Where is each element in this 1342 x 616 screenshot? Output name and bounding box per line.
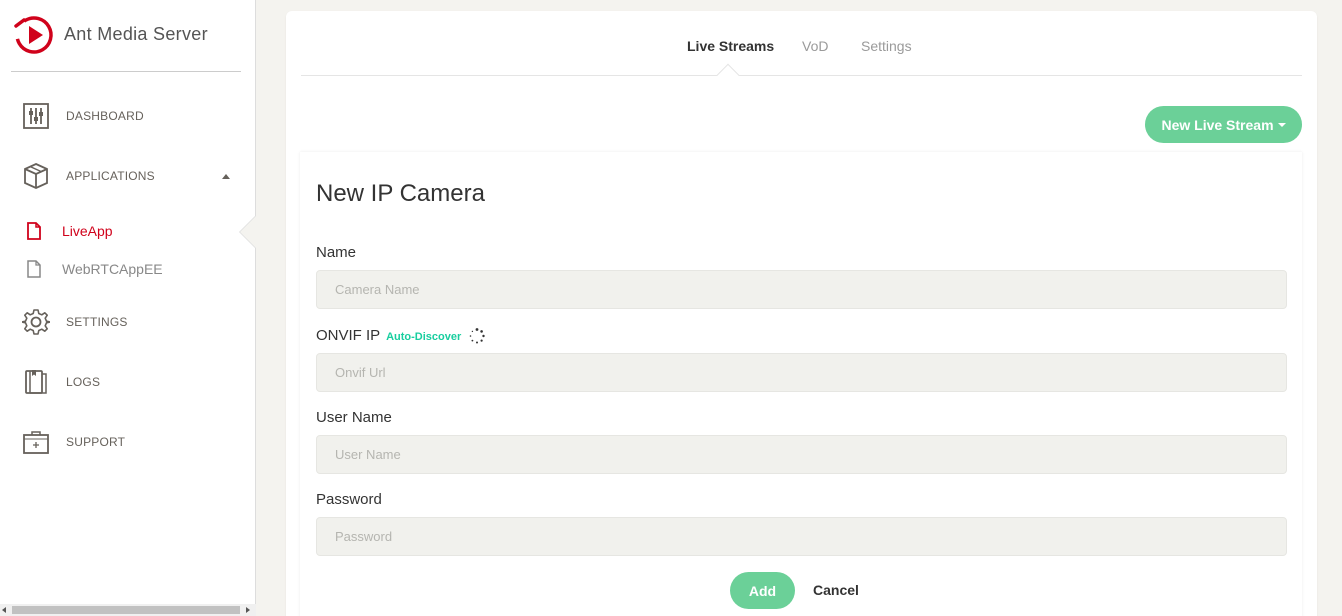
horizontal-scrollbar[interactable] <box>0 604 256 616</box>
auto-discover-link[interactable]: Auto-Discover <box>386 331 461 343</box>
sidebar-app-label: WebRTCAppEE <box>62 261 163 277</box>
ant-media-logo-icon <box>14 16 53 54</box>
active-indicator-arrow <box>240 216 256 248</box>
user-name-label: User Name <box>316 409 392 426</box>
sidebar-item-label: LOGS <box>66 375 101 389</box>
main-card: Live Streams VoD Settings New Live Strea… <box>286 11 1317 616</box>
tab-live-streams[interactable]: Live Streams <box>687 38 774 54</box>
password-label: Password <box>316 491 382 508</box>
first-aid-icon <box>22 428 50 456</box>
sidebar: Ant Media Server DASHBOARD APPLICATIONS … <box>0 0 256 616</box>
onvif-url-input[interactable] <box>316 353 1287 392</box>
cancel-button[interactable]: Cancel <box>813 582 859 598</box>
sidebar-item-dashboard[interactable]: DASHBOARD <box>22 102 144 130</box>
sidebar-item-label: SETTINGS <box>66 315 128 329</box>
onvif-ip-label: ONVIF IP <box>316 327 380 344</box>
new-live-stream-label: New Live Stream <box>1161 116 1274 133</box>
chevron-up-icon[interactable] <box>222 174 230 179</box>
sidebar-item-settings[interactable]: SETTINGS <box>22 308 128 336</box>
tab-vod[interactable]: VoD <box>802 38 828 54</box>
form-title: New IP Camera <box>316 180 485 207</box>
sidebar-app-label: LiveApp <box>62 223 113 239</box>
logo[interactable]: Ant Media Server <box>12 12 208 56</box>
gear-icon <box>22 308 50 336</box>
camera-name-input[interactable] <box>316 270 1287 309</box>
new-ip-camera-form: New IP Camera Name ONVIF IP Auto-Discove… <box>300 152 1302 616</box>
sidebar-app-webrtcappee[interactable]: WebRTCAppEE <box>26 260 163 278</box>
document-icon <box>22 368 50 396</box>
loading-spinner-icon <box>470 328 486 344</box>
active-tab-pointer <box>716 63 740 87</box>
sliders-icon <box>22 102 50 130</box>
tab-bar: Live Streams VoD Settings <box>301 11 1302 87</box>
file-icon <box>27 222 41 240</box>
password-input[interactable] <box>316 517 1287 556</box>
sidebar-item-label: SUPPORT <box>66 435 126 449</box>
scrollbar-thumb[interactable] <box>12 606 240 614</box>
cube-icon <box>22 162 50 190</box>
logo-divider <box>11 71 241 72</box>
sidebar-item-label: DASHBOARD <box>66 109 144 123</box>
scroll-right-arrow-icon[interactable] <box>246 607 250 613</box>
add-button[interactable]: Add <box>730 572 795 609</box>
new-live-stream-button[interactable]: New Live Stream <box>1145 106 1302 143</box>
sidebar-item-support[interactable]: SUPPORT <box>22 428 125 456</box>
caret-down-icon <box>1277 122 1286 127</box>
name-label: Name <box>316 244 357 261</box>
user-name-input[interactable] <box>316 435 1287 474</box>
app-title: Ant Media Server <box>64 23 208 44</box>
sidebar-item-label: APPLICATIONS <box>66 169 155 183</box>
sidebar-item-applications[interactable]: APPLICATIONS <box>22 162 155 190</box>
onvif-ip-label-row: ONVIF IP Auto-Discover <box>316 327 486 344</box>
scroll-left-arrow-icon[interactable] <box>2 607 6 613</box>
file-icon <box>27 260 41 278</box>
sidebar-app-liveapp[interactable]: LiveApp <box>26 222 113 240</box>
sidebar-item-logs[interactable]: LOGS <box>22 368 100 396</box>
tab-settings[interactable]: Settings <box>861 38 912 54</box>
